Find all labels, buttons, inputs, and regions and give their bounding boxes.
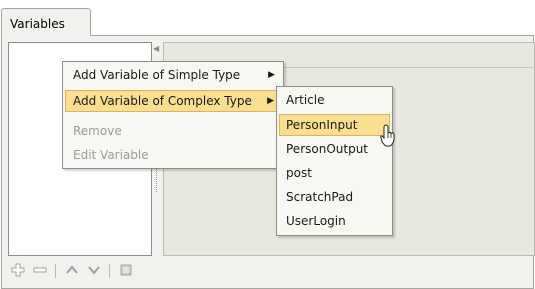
submenu-item-personoutput[interactable]: PersonOutput (279, 138, 390, 160)
menu-item-label: Add Variable of Complex Type (73, 94, 252, 108)
collapse-left-icon[interactable]: ◀ (153, 44, 159, 54)
submenu-item-label: UserLogin (286, 214, 346, 228)
complex-type-submenu: Article PersonInput PersonOutput post Sc… (276, 86, 393, 236)
menu-item-add-simple-type[interactable]: Add Variable of Simple Type ▶ (65, 64, 281, 86)
submenu-item-userlogin[interactable]: UserLogin (279, 210, 390, 232)
submenu-item-label: post (286, 166, 312, 180)
tab-label: Variables (10, 17, 65, 31)
submenu-item-personinput[interactable]: PersonInput (279, 114, 390, 136)
menu-item-label: Add Variable of Simple Type (73, 68, 241, 82)
menu-item-label: Remove (73, 124, 122, 138)
add-icon[interactable] (8, 259, 28, 281)
splitter-grip[interactable] (156, 168, 159, 192)
menu-item-remove[interactable]: Remove (65, 120, 281, 142)
submenu-arrow-icon: ▶ (268, 70, 275, 80)
submenu-item-scratchpad[interactable]: ScratchPad (279, 186, 390, 208)
toolbar-separator (109, 264, 110, 278)
move-down-icon[interactable] (84, 259, 104, 281)
menu-item-add-complex-type[interactable]: Add Variable of Complex Type ▶ (65, 90, 281, 112)
variables-toolbar (8, 259, 208, 285)
remove-icon[interactable] (30, 259, 50, 281)
submenu-item-label: PersonInput (286, 118, 358, 132)
submenu-item-label: PersonOutput (286, 142, 369, 156)
context-menu: Add Variable of Simple Type ▶ Add Variab… (62, 61, 284, 169)
hand-cursor-icon (380, 124, 395, 147)
delete-icon[interactable] (116, 259, 136, 281)
tab-variables[interactable]: Variables (1, 8, 91, 36)
submenu-item-article[interactable]: Article (279, 89, 390, 111)
submenu-item-label: Article (286, 93, 325, 107)
submenu-item-post[interactable]: post (279, 162, 390, 184)
submenu-item-label: ScratchPad (286, 190, 354, 204)
move-up-icon[interactable] (62, 259, 82, 281)
menu-item-edit-variable[interactable]: Edit Variable (65, 144, 281, 166)
submenu-arrow-icon: ▶ (267, 96, 274, 106)
toolbar-separator (55, 264, 56, 278)
menu-item-label: Edit Variable (73, 148, 149, 162)
